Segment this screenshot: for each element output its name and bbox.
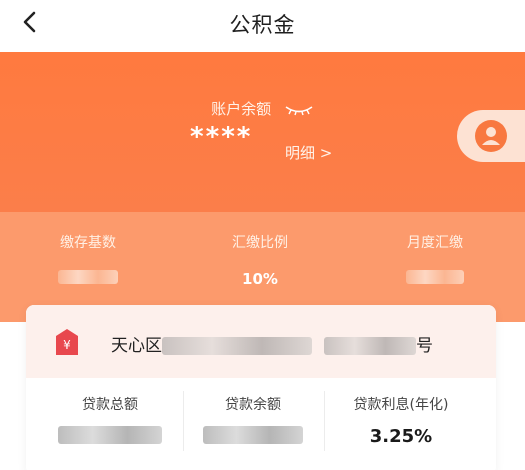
masked-value (58, 270, 118, 284)
masked-address (162, 337, 312, 355)
stat-monthly: 月度汇缴 (365, 232, 505, 288)
stat-value: 10% (242, 270, 278, 288)
loan-value-masked (41, 426, 179, 449)
stat-label: 月度汇缴 (407, 235, 463, 251)
balance-value: **** (190, 122, 253, 152)
account-address: 天心区 号 (111, 331, 433, 356)
stat-ratio: 汇缴比例 10% (190, 232, 330, 288)
balance-hero: 账户余额 **** 明细 > (0, 52, 525, 212)
detail-link[interactable]: 明细 > (285, 142, 332, 163)
stat-label: 汇缴比例 (232, 235, 288, 251)
loan-interest: 贷款利息(年化) 3.25% (332, 394, 470, 447)
user-icon (482, 127, 500, 145)
masked-value (58, 426, 162, 444)
loan-card[interactable]: ¥ 天心区 号 贷款总额 贷款余额 贷款利息(年化) 3.25% (26, 305, 496, 470)
loan-label: 贷款利息(年化) (353, 397, 449, 413)
loan-label: 贷款余额 (225, 397, 281, 413)
stat-value-masked (18, 270, 158, 288)
balance-label: 账户余额 (211, 100, 272, 118)
profile-button[interactable] (457, 110, 525, 162)
masked-value (203, 426, 303, 444)
stat-base: 缴存基数 (18, 232, 158, 288)
loan-stats: 贷款总额 贷款余额 贷款利息(年化) 3.25% (26, 378, 496, 470)
yen-house-icon: ¥ (56, 329, 78, 355)
loan-balance: 贷款余额 (184, 394, 322, 449)
address-prefix: 天心区 (111, 336, 162, 356)
stat-label: 缴存基数 (60, 235, 116, 251)
svg-text:¥: ¥ (63, 338, 71, 352)
card-header: ¥ 天心区 号 (26, 305, 496, 378)
stat-value-masked (365, 270, 505, 288)
masked-value (406, 270, 464, 284)
loan-total: 贷款总额 (41, 394, 179, 449)
loan-value: 3.25% (369, 426, 433, 447)
page-title: 公积金 (229, 13, 296, 37)
address-suffix: 号 (416, 336, 433, 356)
top-nav-bar: 公积金 (0, 0, 525, 52)
masked-address (324, 337, 416, 355)
loan-value-masked (184, 426, 322, 449)
eye-closed-icon[interactable] (284, 104, 314, 116)
avatar (475, 120, 507, 152)
balance-label-row: 账户余额 (0, 98, 525, 119)
loan-label: 贷款总额 (82, 397, 138, 413)
